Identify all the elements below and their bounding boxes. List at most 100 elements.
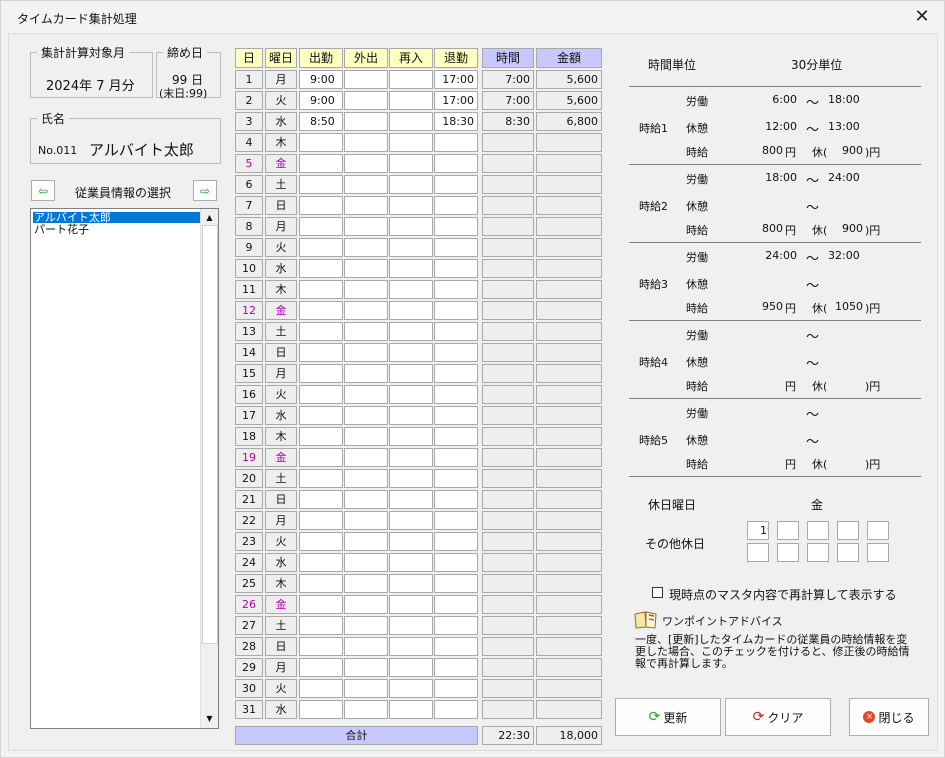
other-holiday-input[interactable] [747, 543, 769, 562]
cell-reentry[interactable] [389, 343, 433, 362]
other-holiday-input[interactable] [837, 543, 859, 562]
cell-out[interactable] [344, 217, 388, 236]
cell-out[interactable] [344, 511, 388, 530]
cell-reentry[interactable] [389, 574, 433, 593]
cell-in[interactable] [299, 322, 343, 341]
cell-out[interactable] [344, 427, 388, 446]
break-end[interactable]: 13:00 [828, 120, 860, 133]
cell-out[interactable] [344, 364, 388, 383]
cell-in[interactable]: 9:00 [299, 70, 343, 89]
cell-out[interactable] [344, 679, 388, 698]
cell-leave[interactable] [434, 700, 478, 719]
cell-reentry[interactable] [389, 196, 433, 215]
holiday-rate-value[interactable]: 900 [829, 144, 863, 157]
holiday-weekday-value[interactable]: 金 [811, 496, 823, 513]
employee-list-item-1[interactable]: アルバイト太郎 [33, 212, 202, 223]
cell-leave[interactable] [434, 175, 478, 194]
work-start[interactable]: 24:00 [753, 249, 797, 262]
cell-out[interactable] [344, 658, 388, 677]
holiday-rate-value[interactable]: 900 [829, 222, 863, 235]
cell-reentry[interactable] [389, 511, 433, 530]
cell-leave[interactable] [434, 406, 478, 425]
cell-in[interactable] [299, 217, 343, 236]
rate-value[interactable]: 950 [749, 300, 783, 313]
cell-leave[interactable] [434, 427, 478, 446]
cell-in[interactable] [299, 553, 343, 572]
cell-leave[interactable] [434, 595, 478, 614]
cell-leave[interactable] [434, 301, 478, 320]
cell-reentry[interactable] [389, 301, 433, 320]
cell-out[interactable] [344, 406, 388, 425]
other-holiday-input[interactable] [807, 543, 829, 562]
cell-reentry[interactable] [389, 91, 433, 110]
cell-out[interactable] [344, 700, 388, 719]
cell-leave[interactable] [434, 196, 478, 215]
cell-reentry[interactable] [389, 70, 433, 89]
cell-reentry[interactable] [389, 616, 433, 635]
cell-leave[interactable] [434, 679, 478, 698]
cell-leave[interactable] [434, 574, 478, 593]
cell-reentry[interactable] [389, 427, 433, 446]
cell-leave[interactable] [434, 154, 478, 173]
rate-value[interactable]: 800 [749, 144, 783, 157]
cell-in[interactable] [299, 301, 343, 320]
cell-reentry[interactable] [389, 364, 433, 383]
cell-out[interactable] [344, 385, 388, 404]
cell-in[interactable] [299, 448, 343, 467]
cell-leave[interactable]: 17:00 [434, 70, 478, 89]
cell-in[interactable] [299, 406, 343, 425]
break-start[interactable]: 12:00 [753, 120, 797, 133]
cell-leave[interactable] [434, 322, 478, 341]
next-employee-button[interactable]: ⇨ [193, 180, 217, 201]
holiday-rate-value[interactable]: 1050 [829, 300, 863, 313]
cell-out[interactable] [344, 280, 388, 299]
cell-leave[interactable] [434, 133, 478, 152]
cell-leave[interactable] [434, 637, 478, 656]
rate-value[interactable]: 800 [749, 222, 783, 235]
cell-reentry[interactable] [389, 175, 433, 194]
cell-leave[interactable] [434, 469, 478, 488]
cell-out[interactable] [344, 448, 388, 467]
other-holiday-input[interactable] [837, 521, 859, 540]
cell-out[interactable] [344, 616, 388, 635]
scroll-up-icon[interactable]: ▲ [201, 211, 218, 225]
cell-leave[interactable] [434, 448, 478, 467]
cell-in[interactable] [299, 490, 343, 509]
cell-leave[interactable] [434, 553, 478, 572]
cell-out[interactable] [344, 70, 388, 89]
cell-out[interactable] [344, 469, 388, 488]
cell-leave[interactable] [434, 490, 478, 509]
list-scrollbar[interactable]: ▲ ▼ [200, 209, 218, 728]
other-holiday-input[interactable] [807, 521, 829, 540]
cell-out[interactable] [344, 637, 388, 656]
work-end[interactable]: 24:00 [828, 171, 860, 184]
cell-reentry[interactable] [389, 637, 433, 656]
prev-employee-button[interactable]: ⇦ [31, 180, 55, 201]
cell-leave[interactable] [434, 343, 478, 362]
cell-reentry[interactable] [389, 532, 433, 551]
cell-in[interactable] [299, 637, 343, 656]
work-end[interactable]: 32:00 [828, 249, 860, 262]
cell-leave[interactable] [434, 259, 478, 278]
cell-leave[interactable] [434, 280, 478, 299]
cell-out[interactable] [344, 154, 388, 173]
cell-out[interactable] [344, 196, 388, 215]
cell-out[interactable] [344, 553, 388, 572]
cell-reentry[interactable] [389, 133, 433, 152]
clear-button[interactable]: ⟳ クリア [725, 698, 831, 736]
cell-reentry[interactable] [389, 679, 433, 698]
cell-leave[interactable] [434, 364, 478, 383]
cell-leave[interactable] [434, 532, 478, 551]
cell-reentry[interactable] [389, 700, 433, 719]
cell-in[interactable] [299, 133, 343, 152]
recalc-checkbox[interactable] [652, 587, 663, 598]
cell-reentry[interactable] [389, 553, 433, 572]
update-button[interactable]: ⟳ 更新 [615, 698, 721, 736]
cell-out[interactable] [344, 532, 388, 551]
cell-leave[interactable] [434, 385, 478, 404]
cell-in[interactable] [299, 196, 343, 215]
work-start[interactable]: 6:00 [753, 93, 797, 106]
cell-out[interactable] [344, 238, 388, 257]
cell-leave[interactable]: 17:00 [434, 91, 478, 110]
cell-leave[interactable] [434, 616, 478, 635]
